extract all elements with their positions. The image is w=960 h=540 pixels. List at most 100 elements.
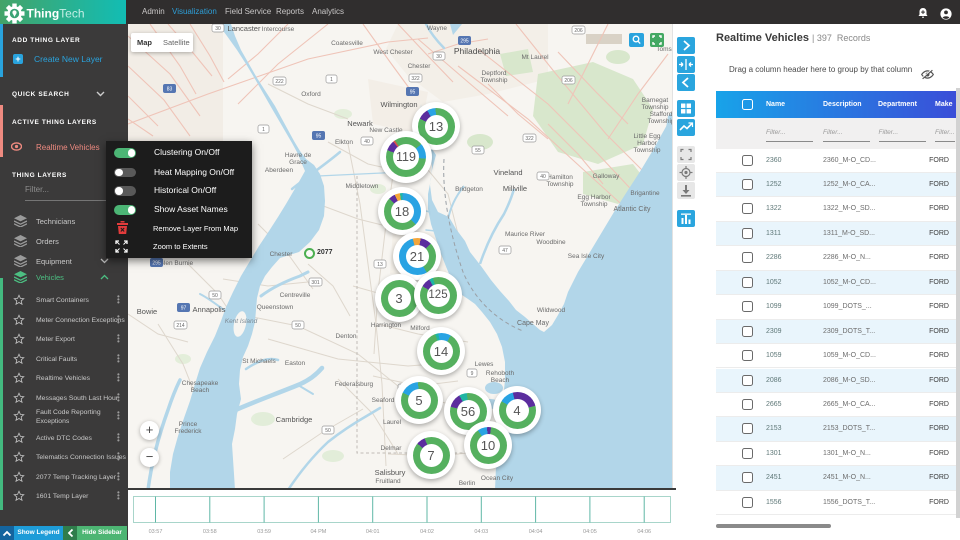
svg-text:222: 222 <box>275 79 284 85</box>
svg-text:Barnegat: Barnegat <box>642 97 669 104</box>
svg-text:Stafford: Stafford <box>650 111 672 118</box>
svg-text:04 PM: 04 PM <box>310 529 326 535</box>
svg-text:Toms: Toms <box>656 46 672 53</box>
svg-text:04:04: 04:04 <box>529 529 543 535</box>
svg-text:301: 301 <box>311 280 320 286</box>
svg-text:Rehoboth: Rehoboth <box>486 370 515 377</box>
svg-text:Coatesville: Coatesville <box>331 40 363 47</box>
svg-text:Easton: Easton <box>285 360 306 367</box>
svg-text:Chester: Chester <box>270 251 294 258</box>
svg-text:Township: Township <box>641 104 668 111</box>
svg-text:Oxford: Oxford <box>301 91 321 98</box>
svg-text:Denton: Denton <box>336 333 357 340</box>
svg-text:9: 9 <box>471 371 474 377</box>
svg-text:214: 214 <box>176 323 185 329</box>
svg-text:Brigantine: Brigantine <box>630 190 660 197</box>
svg-text:Seaford: Seaford <box>372 397 395 404</box>
svg-text:295: 295 <box>460 39 469 45</box>
svg-text:Cape May: Cape May <box>517 320 549 327</box>
svg-text:Kent Island: Kent Island <box>225 318 258 325</box>
svg-text:Fruitland: Fruitland <box>375 478 401 485</box>
svg-text:St Michaels: St Michaels <box>242 358 276 365</box>
svg-text:1: 1 <box>262 127 265 133</box>
svg-text:Intercourse: Intercourse <box>262 26 295 33</box>
svg-text:206: 206 <box>574 28 583 34</box>
svg-text:Queenstown: Queenstown <box>257 304 294 311</box>
svg-text:322: 322 <box>525 136 534 142</box>
svg-text:West Chester: West Chester <box>373 49 413 56</box>
svg-text:Bridgeton: Bridgeton <box>455 186 483 193</box>
svg-text:Harrington: Harrington <box>371 322 402 329</box>
svg-text:Elkton: Elkton <box>335 139 353 146</box>
svg-text:Havre de: Havre de <box>285 152 312 159</box>
svg-text:Annapolis: Annapolis <box>193 305 226 314</box>
svg-text:40: 40 <box>540 174 546 180</box>
svg-text:04:03: 04:03 <box>474 529 488 535</box>
svg-text:Philadelphia: Philadelphia <box>454 46 501 56</box>
svg-text:30: 30 <box>436 54 442 60</box>
svg-text:Township: Township <box>546 181 573 188</box>
svg-text:Wayne: Wayne <box>427 25 447 32</box>
svg-text:Centreville: Centreville <box>280 292 311 299</box>
svg-text:Woodbine: Woodbine <box>536 239 566 246</box>
svg-text:03:58: 03:58 <box>203 529 217 535</box>
svg-text:Maurice River: Maurice River <box>505 231 546 238</box>
svg-text:Beach: Beach <box>191 387 210 394</box>
svg-text:47: 47 <box>502 248 508 254</box>
svg-text:04:02: 04:02 <box>420 529 434 535</box>
svg-text:Millville: Millville <box>503 184 527 193</box>
svg-text:Galloway: Galloway <box>593 173 620 180</box>
svg-text:Wildwood: Wildwood <box>537 307 566 314</box>
svg-text:97: 97 <box>181 306 187 312</box>
svg-text:Lancaster: Lancaster <box>228 24 261 33</box>
svg-text:322: 322 <box>411 76 420 82</box>
svg-text:04:05: 04:05 <box>583 529 597 535</box>
svg-text:04:06: 04:06 <box>637 529 651 535</box>
svg-text:Middletown: Middletown <box>346 183 379 190</box>
svg-text:Little Egg: Little Egg <box>633 133 660 140</box>
svg-text:Frederick: Frederick <box>174 428 202 435</box>
svg-text:Prince: Prince <box>179 421 198 428</box>
svg-text:Township: Township <box>647 118 672 125</box>
svg-text:50: 50 <box>212 293 218 299</box>
svg-text:Aberdeen: Aberdeen <box>265 167 294 174</box>
svg-text:30: 30 <box>215 26 221 32</box>
svg-text:Beach: Beach <box>491 377 510 384</box>
svg-text:95: 95 <box>316 134 322 140</box>
svg-text:50: 50 <box>295 323 301 329</box>
svg-text:55: 55 <box>475 148 481 154</box>
svg-text:Vineland: Vineland <box>493 168 522 177</box>
svg-text:ThingTech: ThingTech <box>27 7 85 21</box>
svg-text:Laurel: Laurel <box>383 419 402 426</box>
svg-text:Township: Township <box>480 77 507 84</box>
svg-text:Sea Isle City: Sea Isle City <box>568 253 605 260</box>
svg-text:Berlin: Berlin <box>459 480 476 487</box>
svg-text:83: 83 <box>167 87 173 93</box>
svg-text:206: 206 <box>564 78 573 84</box>
svg-text:Egg Harbor: Egg Harbor <box>577 194 611 201</box>
svg-text:Hamilton: Hamilton <box>547 174 573 181</box>
svg-text:295: 295 <box>152 261 161 267</box>
svg-text:Chester: Chester <box>408 63 432 70</box>
svg-text:50: 50 <box>325 428 331 434</box>
svg-text:95: 95 <box>410 90 416 96</box>
svg-text:Chesapeake: Chesapeake <box>182 380 219 387</box>
svg-text:Grace: Grace <box>289 159 307 166</box>
svg-text:Cambridge: Cambridge <box>276 415 313 424</box>
svg-text:Harbor: Harbor <box>637 140 658 147</box>
svg-text:Ocean City: Ocean City <box>481 475 514 482</box>
svg-text:Deptford: Deptford <box>482 70 507 77</box>
svg-text:Mt Laurel: Mt Laurel <box>521 54 549 61</box>
svg-text:Federalsburg: Federalsburg <box>335 381 374 388</box>
svg-text:Wilmington: Wilmington <box>380 100 417 109</box>
svg-text:04:01: 04:01 <box>366 529 380 535</box>
svg-text:1: 1 <box>330 77 333 83</box>
svg-text:Glen Burnie: Glen Burnie <box>159 260 194 267</box>
svg-text:Bowie: Bowie <box>137 307 157 316</box>
svg-text:Township: Township <box>580 201 607 208</box>
svg-text:40: 40 <box>364 139 370 145</box>
svg-text:03:57: 03:57 <box>149 529 163 535</box>
svg-text:Lewes: Lewes <box>475 361 495 368</box>
svg-text:13: 13 <box>377 262 383 268</box>
svg-text:Salisbury: Salisbury <box>375 468 406 477</box>
